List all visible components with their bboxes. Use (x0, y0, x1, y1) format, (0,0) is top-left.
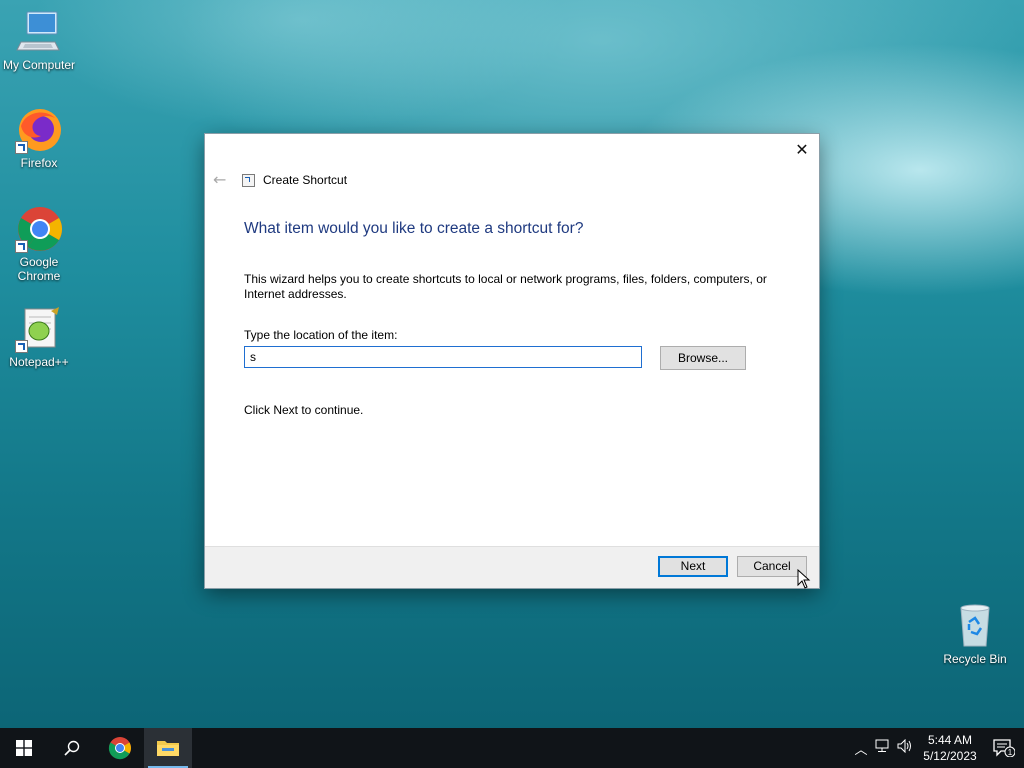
desktop-icon-label: Firefox (20, 156, 58, 170)
continue-instruction: Click Next to continue. (244, 403, 364, 417)
desktop-icon-label: My Computer (2, 58, 76, 72)
wizard-description: This wizard helps you to create shortcut… (244, 272, 767, 301)
taskbar-chrome-button[interactable] (96, 728, 144, 768)
mouse-cursor-icon (797, 569, 811, 589)
system-tray: ︿ 5:44 AM 5/12/2023 1 (850, 728, 1024, 768)
browse-button[interactable]: Browse... (660, 346, 746, 370)
shortcut-icon (242, 173, 255, 187)
dialog-footer: Next Cancel (205, 546, 819, 588)
notification-count: 1 (1008, 748, 1013, 757)
wizard-heading: What item would you like to create a sho… (244, 220, 584, 237)
close-icon[interactable]: ✕ (793, 141, 811, 159)
next-button[interactable]: Next (658, 556, 728, 577)
clock[interactable]: 5:44 AM 5/12/2023 (916, 732, 984, 764)
location-input[interactable] (244, 346, 642, 368)
volume-icon[interactable] (894, 738, 916, 757)
folder-icon (157, 741, 179, 756)
desktop-icon-chrome[interactable]: Google Chrome (1, 205, 77, 283)
start-button[interactable] (0, 728, 48, 768)
windows-logo-icon (16, 740, 32, 756)
desktop-icon-my-computer[interactable]: My Computer (1, 8, 77, 72)
wizard-title-row: Create Shortcut (242, 173, 347, 187)
create-shortcut-dialog: ✕ ← Create Shortcut What item would you … (205, 134, 819, 588)
desktop-icon-recycle-bin[interactable]: Recycle Bin (937, 602, 1013, 666)
chrome-icon (15, 205, 63, 253)
desktop-icon-label: Notepad++ (9, 355, 69, 369)
computer-icon (15, 8, 63, 56)
notification-icon: 1 (993, 739, 1015, 757)
desktop-icon-notepadpp[interactable]: Notepad++ (1, 305, 77, 369)
search-button[interactable] (48, 728, 96, 768)
location-label: Type the location of the item: (244, 328, 398, 342)
network-icon[interactable] (872, 739, 894, 757)
search-icon (64, 740, 80, 756)
firefox-icon (15, 106, 63, 154)
taskbar: ︿ 5:44 AM 5/12/2023 1 (0, 728, 1024, 768)
back-arrow-icon[interactable]: ← (213, 170, 226, 189)
chrome-icon (108, 737, 131, 760)
desktop-icon-firefox[interactable]: Firefox (1, 106, 77, 170)
taskbar-file-explorer-button[interactable] (144, 728, 192, 768)
chevron-up-icon[interactable]: ︿ (850, 739, 872, 758)
action-center-button[interactable]: 1 (984, 739, 1024, 757)
desktop-icon-label: Google Chrome (17, 255, 61, 283)
notepadpp-icon (15, 305, 63, 353)
clock-date: 5/12/2023 (923, 749, 977, 763)
recycle-bin-icon (951, 602, 999, 650)
clock-time: 5:44 AM (927, 733, 973, 747)
desktop-icon-label: Recycle Bin (943, 652, 1007, 666)
wizard-title: Create Shortcut (263, 173, 348, 187)
